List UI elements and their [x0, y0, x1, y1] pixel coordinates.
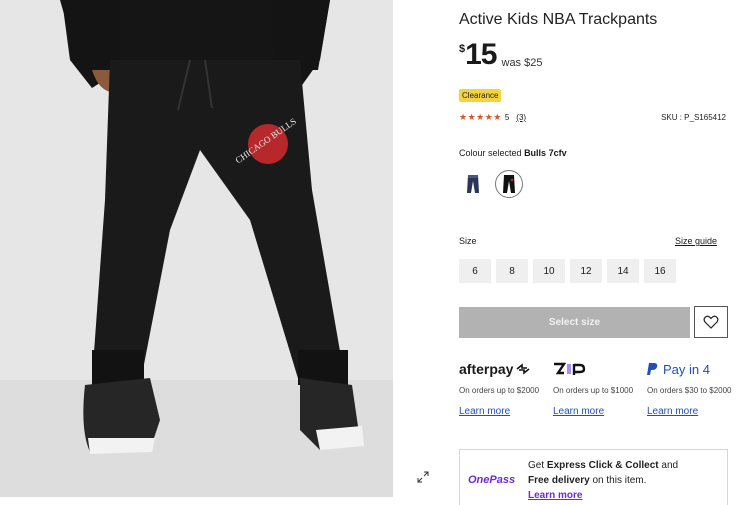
was-price: was $25 — [501, 57, 543, 69]
onepass-banner: OnePass Get Express Click & Collect and … — [459, 449, 728, 505]
onepass-text-bold1: Express Click & Collect — [546, 460, 659, 471]
swatch-black-thumbnail — [503, 175, 515, 193]
select-size-button[interactable]: Select size — [459, 307, 690, 338]
expand-icon[interactable] — [414, 470, 432, 488]
paypal-logo: Pay in 4 — [647, 361, 737, 377]
review-count-link[interactable]: (3) — [516, 113, 526, 122]
product-title: Active Kids NBA Trackpants — [459, 11, 658, 28]
onepass-text: Get Express Click & Collect and Free del… — [528, 458, 678, 503]
onepass-text-mid: and — [658, 460, 679, 471]
product-photo-illustration: CHICAGO BULLS — [0, 0, 393, 497]
paypal-learn-more-link[interactable]: Learn more — [647, 406, 698, 417]
colour-swatch-black[interactable] — [495, 170, 523, 198]
afterpay-learn-more-link[interactable]: Learn more — [459, 406, 510, 417]
zip-learn-more-link[interactable]: Learn more — [553, 406, 604, 417]
size-option[interactable]: 12 — [570, 259, 602, 283]
colour-swatch-navy[interactable] — [459, 170, 487, 198]
zip-logo-mark — [554, 362, 586, 375]
sku: SKU : P_S165412 — [661, 113, 726, 122]
paypal-option: Pay in 4 On orders $30 to $2000 Learn mo… — [647, 361, 737, 419]
rating-stars: ★★★★★ — [459, 112, 502, 122]
colour-swatches — [459, 170, 523, 198]
onepass-text-bold2: Free delivery — [528, 475, 590, 486]
afterpay-arrows-icon — [516, 363, 530, 375]
product-image[interactable]: CHICAGO BULLS — [0, 0, 393, 497]
size-guide-link[interactable]: Size guide — [675, 236, 717, 246]
afterpay-option: afterpay On orders up to $2000 Learn mor… — [459, 361, 549, 419]
size-label: Size — [459, 236, 477, 246]
price-amount: 15 — [465, 38, 497, 71]
expand-icon-graphic — [417, 471, 429, 483]
colour-label: Colour selected — [459, 148, 522, 158]
zip-desc: On orders up to $1000 — [553, 386, 634, 395]
swatch-navy-thumbnail — [467, 175, 479, 193]
wishlist-button[interactable] — [694, 306, 728, 338]
size-option[interactable]: 10 — [533, 259, 565, 283]
onepass-text-suffix: on this item. — [589, 475, 647, 486]
zip-logo — [553, 361, 643, 377]
size-option[interactable]: 6 — [459, 259, 491, 283]
price: $ 15 was $25 — [459, 40, 542, 70]
size-option[interactable]: 8 — [496, 259, 528, 283]
zip-option: On orders up to $1000 Learn more — [553, 361, 643, 419]
onepass-text-prefix: Get — [528, 460, 547, 471]
colour-value: Bulls 7cfv — [524, 148, 567, 158]
paypal-pay-in-4: Pay in 4 — [663, 361, 710, 377]
size-options: 6 8 10 12 14 16 — [459, 259, 676, 283]
clearance-badge: Clearance — [459, 89, 502, 102]
paypal-icon — [647, 363, 658, 375]
afterpay-logo-text: afterpay — [459, 361, 514, 377]
size-option[interactable]: 14 — [607, 259, 639, 283]
onepass-logo: OnePass — [468, 474, 516, 486]
colour-selected: Colour selected Bulls 7cfv — [459, 148, 567, 158]
size-option[interactable]: 16 — [644, 259, 676, 283]
paypal-desc: On orders $30 to $2000 — [647, 386, 732, 395]
onepass-learn-more-link[interactable]: Learn more — [528, 490, 582, 501]
rating: ★★★★★ 5 (3) — [459, 112, 526, 123]
afterpay-logo: afterpay — [459, 361, 549, 377]
heart-icon — [703, 315, 719, 329]
afterpay-desc: On orders up to $2000 — [459, 386, 540, 395]
rating-score: 5 — [504, 113, 510, 122]
